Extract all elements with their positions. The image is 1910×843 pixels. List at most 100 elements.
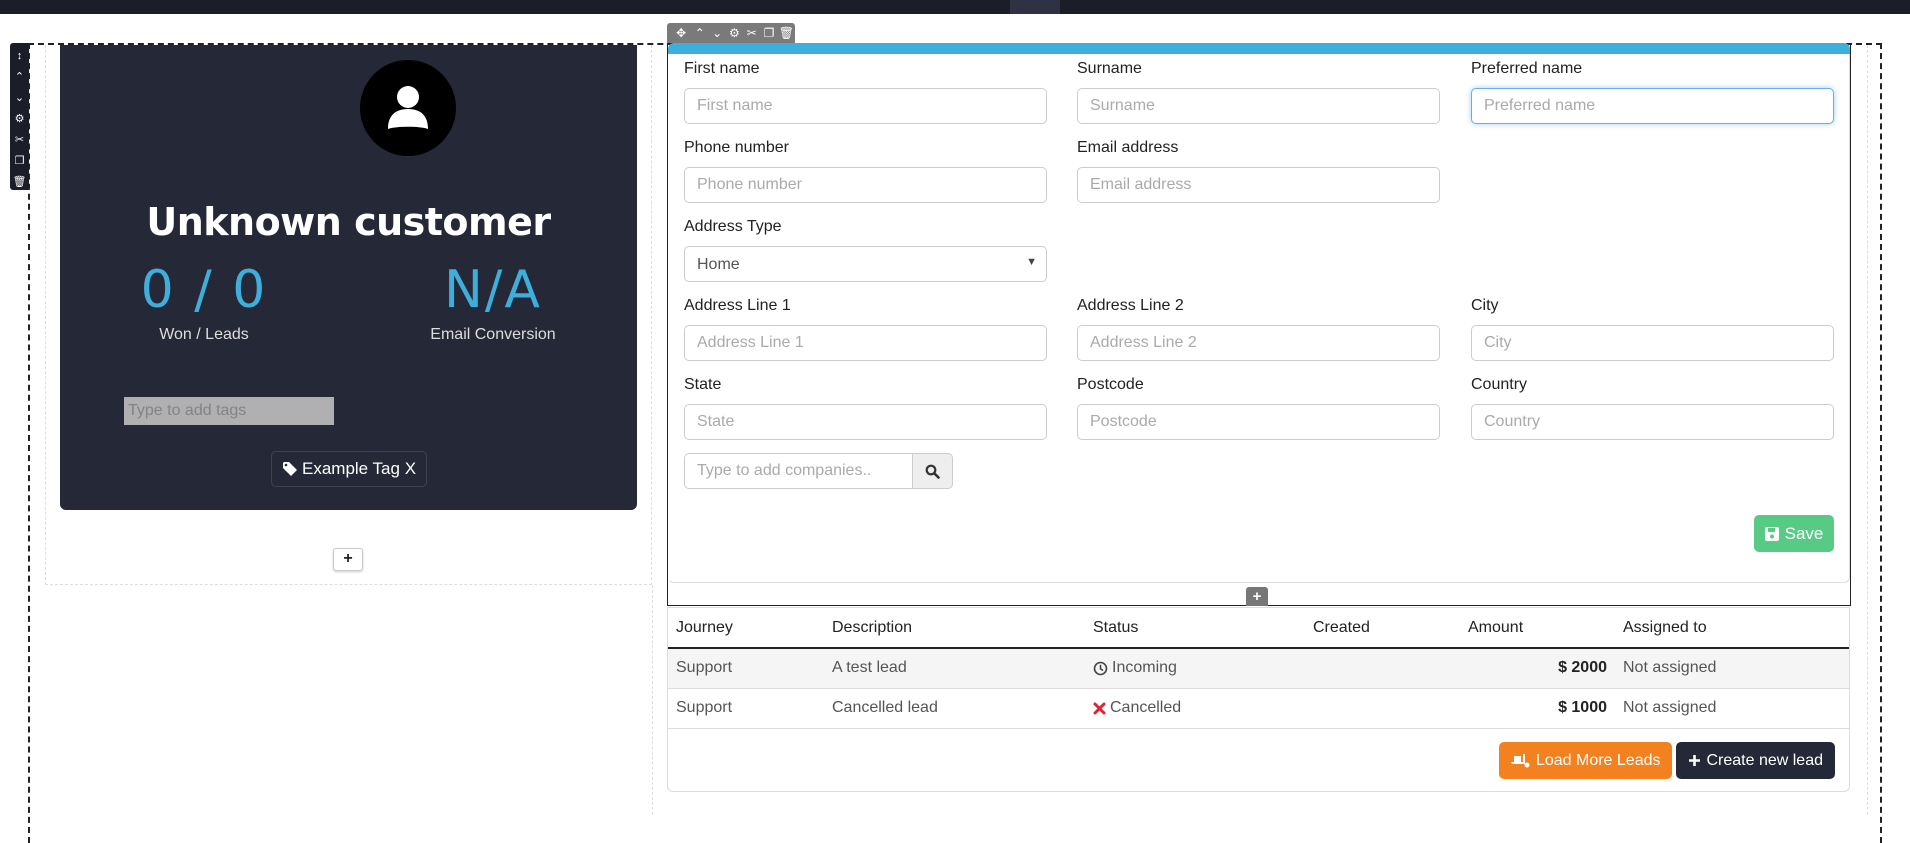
trash-icon[interactable]: 🗑 [778, 23, 795, 43]
block-toolbar: ✥ ⌃ ⌄ ⚙ ✂ ❐ 🗑 [667, 23, 795, 43]
column-header-description[interactable]: Description [824, 608, 1085, 649]
phone-input[interactable] [684, 167, 1047, 203]
table-row[interactable]: Support Cancelled lead Cancelled $ 1000 … [668, 688, 1849, 729]
assigned-to-cell: Not assigned [1615, 648, 1849, 689]
trash-icon[interactable]: 🗑 [10, 172, 29, 193]
column-divider [1867, 45, 1868, 815]
chevron-down-icon[interactable]: ⌄ [10, 88, 29, 109]
copy-icon[interactable]: ❐ [10, 151, 29, 172]
form-accent-bar [668, 43, 1850, 54]
surname-group: Surname [1077, 60, 1440, 124]
preferred-name-input[interactable] [1471, 88, 1834, 124]
chevron-up-icon[interactable]: ⌃ [10, 67, 29, 88]
status-cell: Incoming [1085, 648, 1305, 689]
won-leads-value: 0 / 0 [140, 260, 268, 320]
email-conversion-value: N/A [444, 260, 542, 320]
status-label: Cancelled [1110, 699, 1182, 716]
tag-input[interactable] [124, 397, 334, 425]
preferred-name-group: Preferred name [1471, 60, 1834, 124]
surname-input[interactable] [1077, 88, 1440, 124]
email-conversion-stat: N/A Email Conversion [349, 260, 637, 344]
create-new-lead-button[interactable]: Create new lead [1676, 742, 1835, 779]
user-icon [388, 86, 428, 129]
customer-card: Unknown customer 0 / 0 Won / Leads N/A E… [60, 45, 637, 510]
x-icon [1093, 702, 1106, 714]
load-more-label: Load More Leads [1535, 751, 1661, 769]
column-header-amount[interactable]: Amount [1460, 608, 1615, 649]
customer-form-block: First name Surname Preferred name Phone … [667, 43, 1851, 606]
city-input[interactable] [1471, 325, 1834, 361]
won-leads-stat: 0 / 0 Won / Leads [60, 260, 348, 344]
address-line-1-input[interactable] [684, 325, 1047, 361]
add-row-button[interactable]: + [1246, 587, 1268, 606]
leads-table: Journey Description Status Created Amoun… [668, 608, 1849, 729]
gear-icon[interactable]: ⚙ [10, 109, 29, 130]
column-header-status[interactable]: Status [1085, 608, 1305, 649]
won-leads-label: Won / Leads [159, 326, 249, 343]
clock-icon [1093, 661, 1108, 676]
status-cell: Cancelled [1085, 688, 1305, 729]
journey-cell: Support [668, 648, 824, 689]
save-label: Save [1784, 523, 1824, 543]
address-line-1-group: Address Line 1 [684, 297, 1047, 361]
leads-panel: Journey Description Status Created Amoun… [667, 607, 1850, 792]
floppy-disk-icon [1764, 526, 1779, 541]
company-search-input[interactable] [684, 453, 912, 489]
save-button[interactable]: Save [1754, 515, 1834, 552]
avatar [360, 60, 456, 156]
table-row[interactable]: Support A test lead Incoming $ 2000 Not … [668, 648, 1849, 689]
country-input[interactable] [1471, 404, 1834, 440]
email-conversion-label: Email Conversion [430, 326, 556, 343]
resize-vertical-icon[interactable]: ↕ [10, 46, 29, 67]
first-name-input[interactable] [684, 88, 1047, 124]
first-name-label: First name [684, 60, 760, 77]
country-group: Country [1471, 376, 1834, 440]
country-label: Country [1471, 376, 1528, 393]
row-toolbar: ↕ ⌃ ⌄ ⚙ ✂ ❐ 🗑 [10, 43, 29, 190]
address-type-group: Address Type Home ▼ [684, 218, 1047, 282]
email-group: Email address [1077, 139, 1440, 203]
preferred-name-label: Preferred name [1471, 60, 1583, 77]
tag-label: Example Tag X [302, 459, 417, 478]
phone-label: Phone number [684, 139, 789, 156]
scissors-icon[interactable]: ✂ [743, 23, 760, 43]
postcode-group: Postcode [1077, 376, 1440, 440]
column-header-assigned-to[interactable]: Assigned to [1615, 608, 1849, 649]
phone-group: Phone number [684, 139, 1047, 203]
address-type-select[interactable]: Home [684, 246, 1047, 282]
active-nav-tab[interactable] [1010, 0, 1060, 14]
company-search [684, 453, 953, 489]
city-group: City [1471, 297, 1834, 361]
address-line-1-label: Address Line 1 [684, 297, 791, 314]
company-search-button[interactable] [912, 453, 953, 489]
assigned-to-cell: Not assigned [1615, 688, 1849, 729]
status-label: Incoming [1112, 659, 1177, 677]
state-input[interactable] [684, 404, 1047, 440]
column-divider [652, 585, 653, 815]
tag-chip[interactable]: Example Tag X [271, 451, 428, 487]
email-input[interactable] [1077, 167, 1440, 203]
load-more-leads-button[interactable]: Load More Leads [1498, 742, 1673, 779]
scissors-icon[interactable]: ✂ [10, 130, 29, 151]
leads-actions: Load More Leads Create new lead [1498, 742, 1835, 779]
address-line-2-input[interactable] [1077, 325, 1440, 361]
postcode-label: Postcode [1077, 376, 1144, 393]
postcode-input[interactable] [1077, 404, 1440, 440]
column-header-journey[interactable]: Journey [668, 608, 824, 649]
email-label: Email address [1077, 139, 1179, 156]
dolly-icon [1510, 754, 1530, 768]
created-cell [1305, 688, 1460, 729]
amount-cell: $ 2000 [1460, 648, 1615, 689]
chevron-down-icon[interactable]: ⌄ [708, 23, 725, 43]
customer-name: Unknown customer [146, 200, 551, 244]
chevron-up-icon[interactable]: ⌃ [691, 23, 708, 43]
add-block-button[interactable]: + [333, 548, 363, 571]
column-header-created[interactable]: Created [1305, 608, 1460, 649]
city-label: City [1471, 297, 1499, 314]
amount-cell: $ 1000 [1460, 688, 1615, 729]
first-name-group: First name [684, 60, 1047, 124]
copy-icon[interactable]: ❐ [760, 23, 777, 43]
move-icon[interactable]: ✥ [671, 23, 691, 43]
gear-icon[interactable]: ⚙ [726, 23, 743, 43]
customer-form: First name Surname Preferred name Phone … [668, 43, 1850, 583]
